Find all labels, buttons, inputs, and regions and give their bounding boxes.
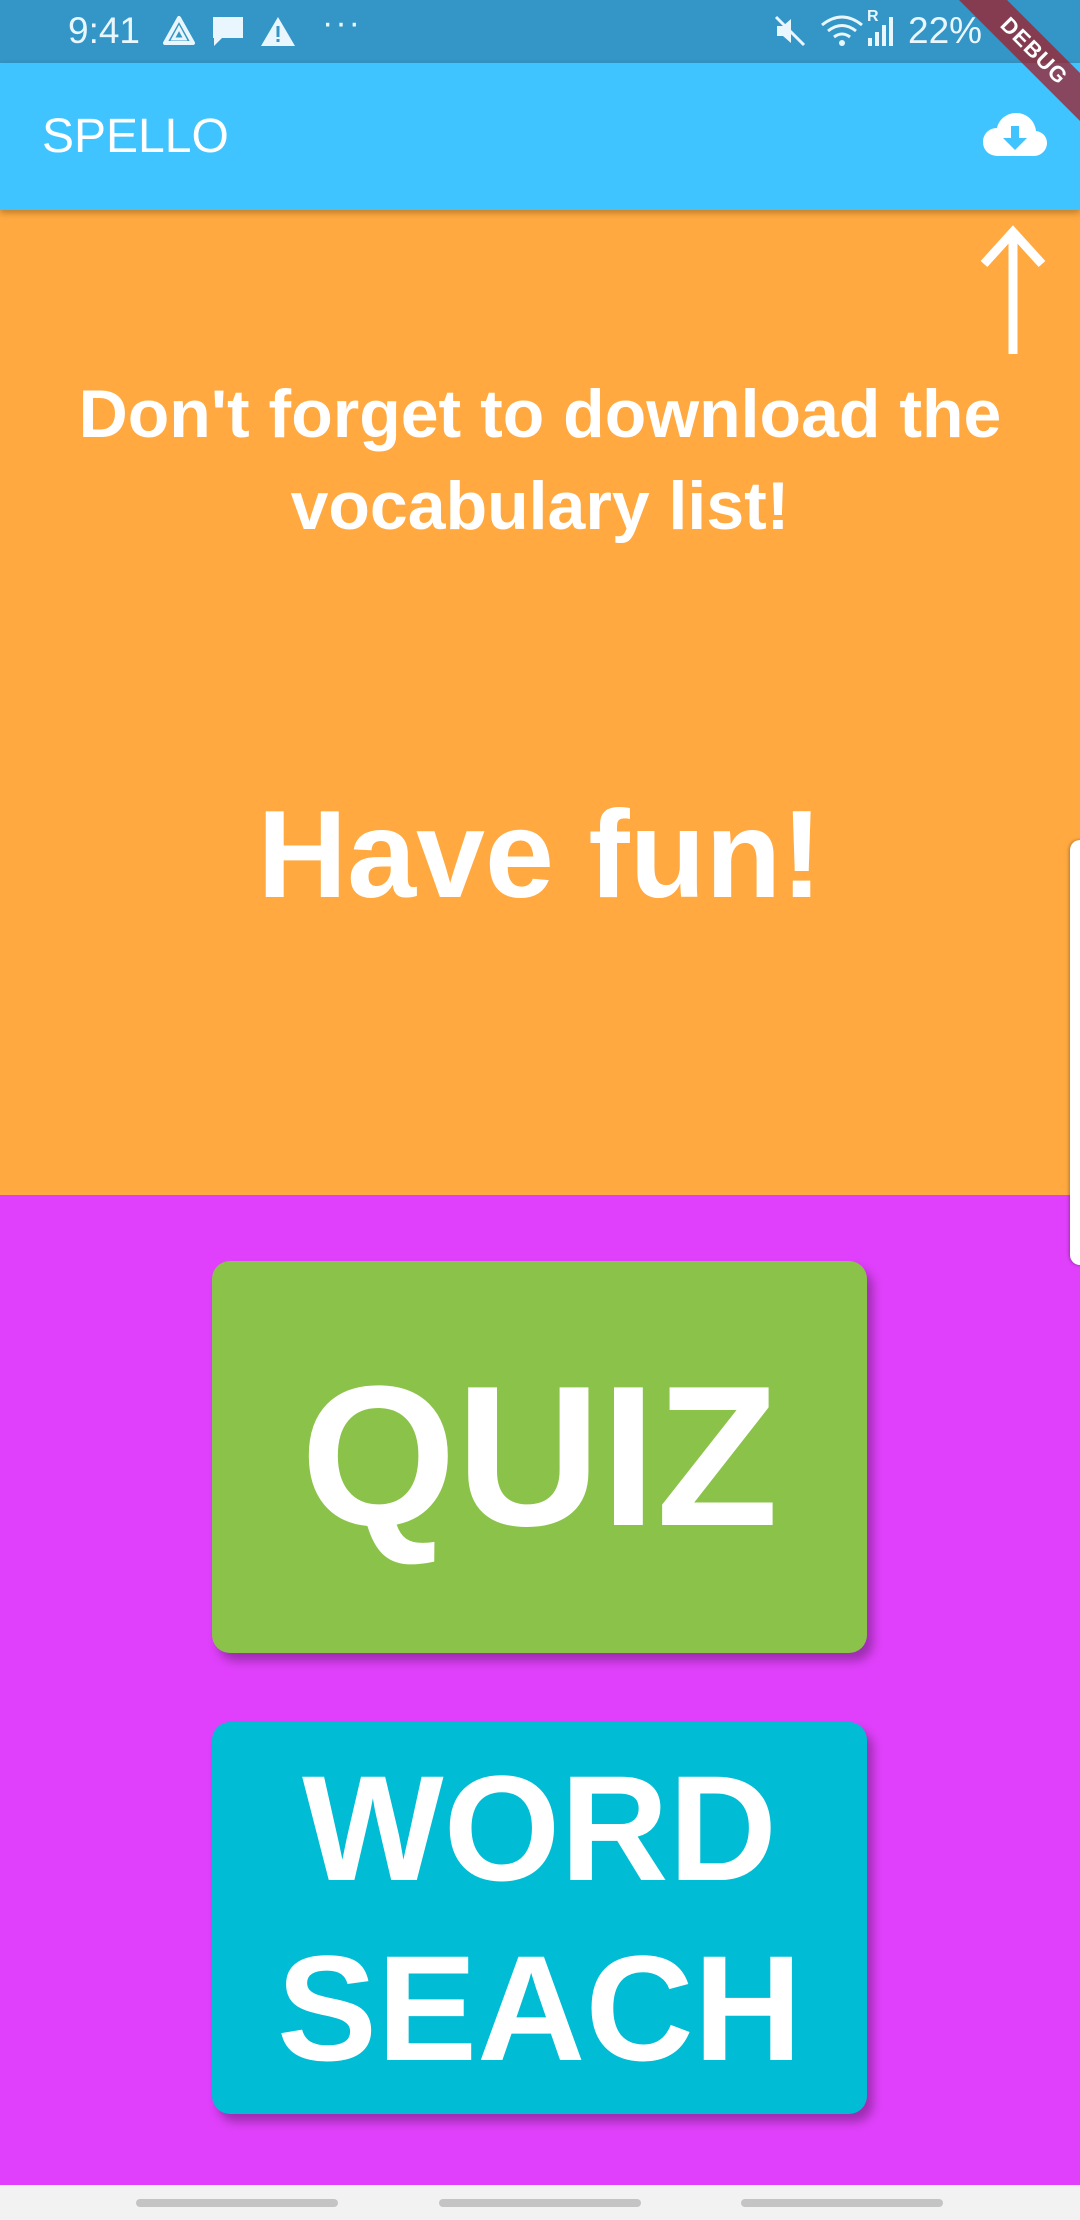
battery-level: 22% (908, 10, 983, 51)
nav-recents-pill[interactable] (136, 2199, 338, 2207)
tagline: Have fun! (257, 786, 823, 924)
more-notifications: ··· (322, 4, 362, 42)
quiz-button[interactable]: QUIZ (212, 1261, 867, 1653)
status-bar: 9:41 ··· R 22% (0, 0, 1080, 63)
wifi-icon (820, 12, 864, 50)
nav-back-pill[interactable] (741, 2199, 943, 2207)
status-time: 9:41 (68, 10, 141, 51)
word-search-label: WORD SEACH (277, 1738, 802, 2098)
navigation-bar (0, 2185, 1080, 2220)
warning-icon (260, 12, 296, 50)
download-reminder: Don't forget to download the vocabulary … (78, 376, 1002, 544)
drive-icon (162, 12, 196, 50)
nav-home-pill[interactable] (439, 2199, 641, 2207)
arrow-up-icon (978, 224, 1048, 354)
word-search-button[interactable]: WORD SEACH (212, 1722, 867, 2114)
quiz-label: QUIZ (300, 1345, 779, 1568)
download-vocabulary-button[interactable] (980, 105, 1050, 169)
info-panel: Don't forget to download the vocabulary … (0, 210, 1080, 1195)
app-bar: SPELLO (0, 63, 1080, 210)
cloud-download-icon (982, 112, 1048, 163)
word-search-label-line1: WORD (302, 1744, 777, 1912)
mute-icon (773, 12, 807, 50)
app-title: SPELLO (42, 110, 229, 163)
game-menu: QUIZ WORD SEACH (0, 1195, 1080, 2185)
signal-icon (866, 12, 896, 50)
word-search-label-line2: SEACH (276, 1924, 803, 2092)
message-icon (210, 12, 246, 50)
edge-panel-handle[interactable] (1070, 840, 1080, 1265)
